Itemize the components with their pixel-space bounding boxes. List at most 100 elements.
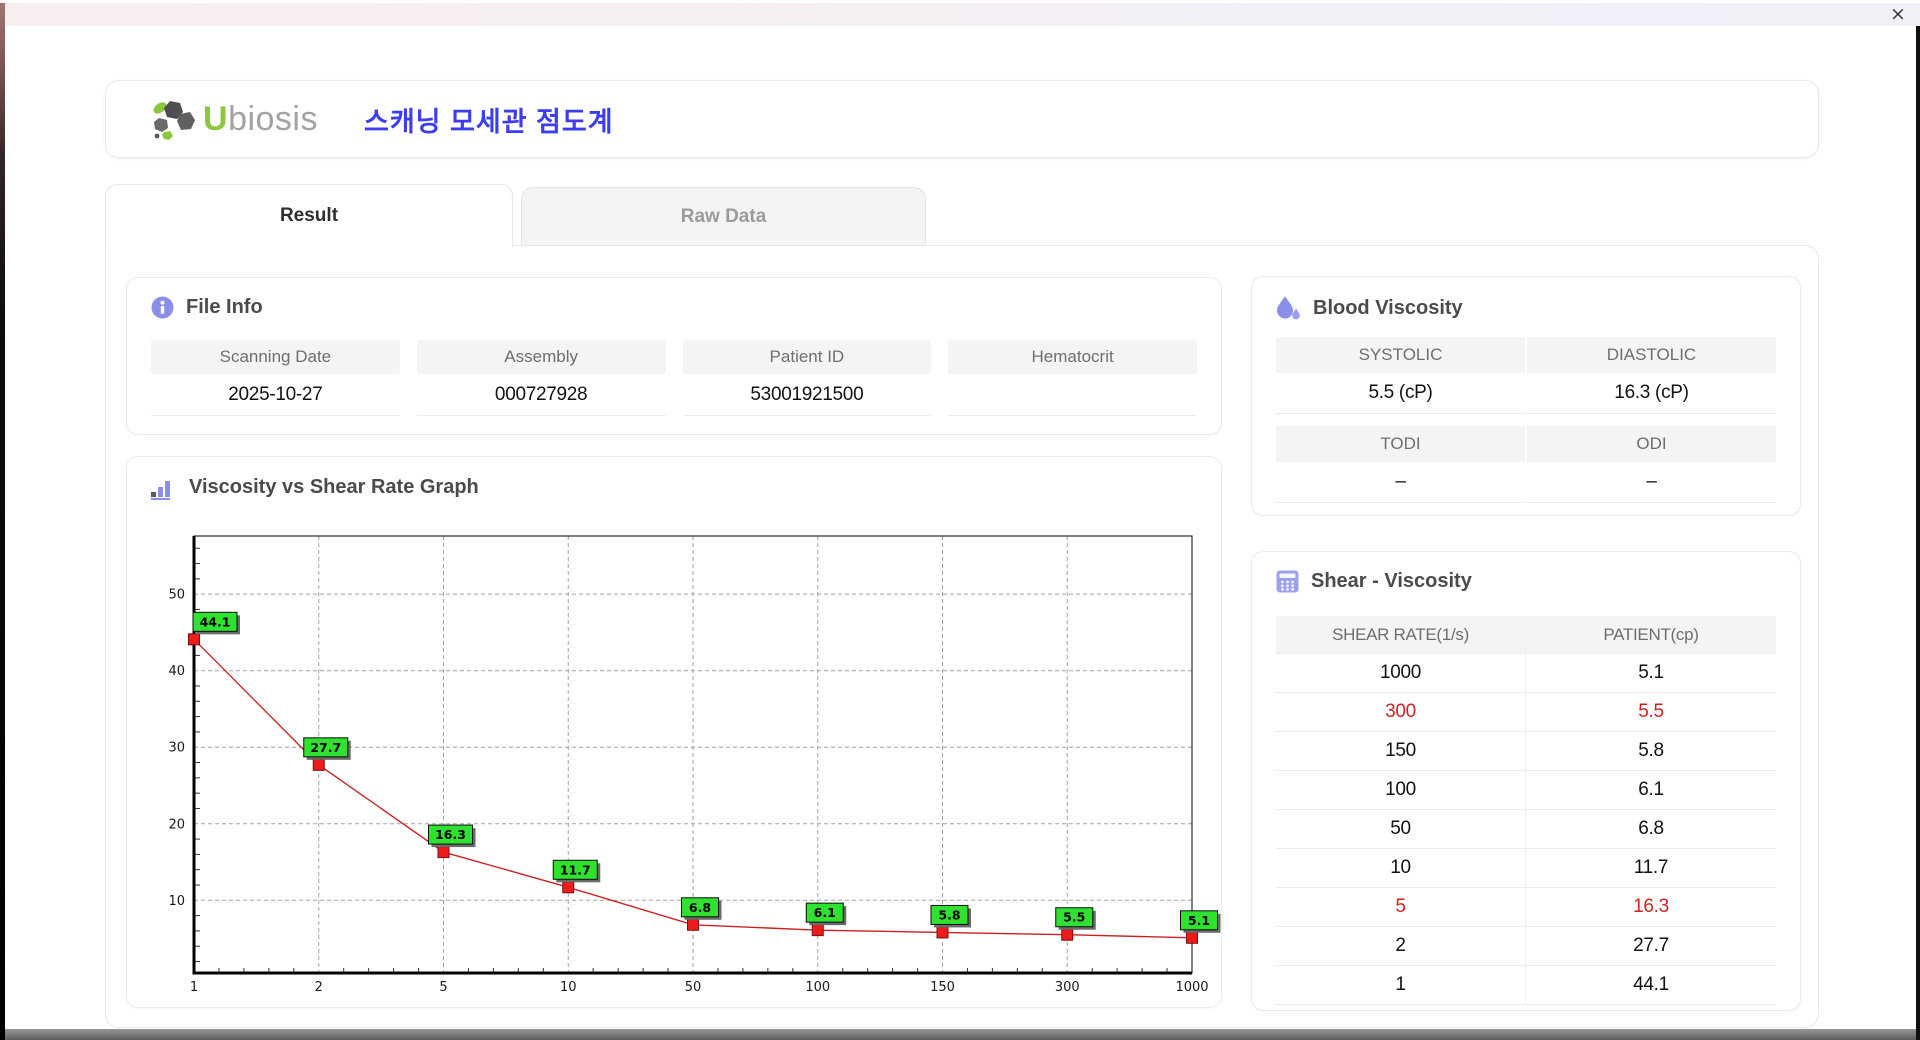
field-value	[948, 374, 1197, 416]
patient-viscosity-value: 16.3	[1633, 896, 1669, 917]
logo-letters-biosis: biosis	[228, 100, 318, 138]
close-icon[interactable]: ×	[1887, 4, 1909, 26]
svg-text:10: 10	[560, 980, 577, 995]
svg-text:150: 150	[930, 980, 955, 995]
svg-text:5.5: 5.5	[1063, 910, 1085, 925]
file-info-field: Assembly 000727928	[416, 340, 666, 416]
shear-viscosity-title: Shear - Viscosity	[1276, 570, 1472, 593]
logo-text: Ubiosis	[203, 102, 318, 136]
svg-text:50: 50	[168, 588, 185, 603]
table-row: 150 5.8	[1276, 732, 1776, 771]
page-title: 스캐닝 모세관 점도계	[364, 106, 614, 137]
graph-title-text: Viscosity vs Shear Rate Graph	[189, 476, 479, 498]
file-info-title-text: File Info	[186, 296, 263, 318]
svg-text:2: 2	[315, 980, 323, 995]
droplets-icon	[1277, 296, 1300, 320]
table-row: 50 6.8	[1276, 810, 1776, 849]
result-panel: File Info Scanning Date 2025-10-27 Assembl…	[105, 245, 1819, 1028]
svg-text:1000: 1000	[1175, 980, 1208, 995]
viscosity-chart-svg: 44.1 27.7 16.3 11.7 6.8 6.1 5.8 5.5 5.1 10 20 30 40 5…	[168, 535, 1221, 995]
svg-text:44.1: 44.1	[200, 614, 231, 629]
shear-rate-value: 2	[1276, 927, 1526, 965]
column-header: PATIENT(cp)	[1526, 616, 1776, 653]
svg-text:5.1: 5.1	[1188, 913, 1210, 928]
shear-rate-value: 10	[1276, 849, 1526, 887]
file-info-field: Hematocrit	[948, 340, 1197, 416]
blood-viscosity-card: Blood Viscosity SYSTOLIC DIASTOLIC 5.5 (cP…	[1251, 276, 1801, 516]
shear-rate-value: 1000	[1276, 654, 1526, 692]
tab-raw-data[interactable]: Raw Data	[521, 187, 926, 245]
patient-viscosity-value: 5.5	[1638, 701, 1664, 722]
ubiosis-logo: Ubiosis	[150, 98, 318, 140]
window-left-edge	[0, 3, 5, 1040]
svg-text:300: 300	[1055, 980, 1080, 995]
app-header: Ubiosis 스캐닝 모세관 점도계	[105, 80, 1819, 158]
logo-letter-u: U	[203, 100, 229, 138]
column-header: DIASTOLIC	[1527, 337, 1776, 373]
column-header: SHEAR RATE(1/s)	[1276, 616, 1526, 653]
svg-text:50: 50	[685, 980, 702, 995]
file-info-title: File Info	[151, 296, 263, 319]
field-label: Scanning Date	[151, 340, 400, 374]
file-info-field: Scanning Date 2025-10-27	[151, 340, 400, 416]
shear-viscosity-title-text: Shear - Viscosity	[1311, 570, 1472, 592]
tab-result[interactable]: Result	[105, 184, 513, 247]
column-header: ODI	[1527, 426, 1776, 462]
svg-text:30: 30	[168, 741, 185, 756]
column-header: TODI	[1276, 426, 1525, 462]
window-bottom-edge	[5, 1029, 1916, 1040]
table-row: 5.5 (cP) 16.3 (cP)	[1276, 373, 1776, 414]
blood-viscosity-title: Blood Viscosity	[1276, 295, 1463, 322]
window-right-edge	[1916, 26, 1920, 1040]
field-value: 53001921500	[682, 374, 932, 416]
patient-viscosity-value: 6.8	[1638, 818, 1664, 839]
table-row: 10 11.7	[1276, 849, 1776, 888]
svg-text:6.8: 6.8	[689, 900, 711, 915]
blood-viscosity-subtable: SYSTOLIC DIASTOLIC 5.5 (cP) 16.3 (cP)	[1276, 337, 1776, 414]
shear-viscosity-table: SHEAR RATE(1/s) PATIENT(cp) 1000 5.1 300 5.5 1…	[1276, 616, 1776, 1005]
viscosity-graph-card: Viscosity vs Shear Rate Graph 44.1 27.7 16…	[126, 456, 1222, 1008]
cell-value: 16.3 (cP)	[1527, 373, 1776, 414]
table-row: 2 27.7	[1276, 927, 1776, 966]
patient-viscosity-value: 5.8	[1638, 740, 1664, 761]
patient-viscosity-value: 27.7	[1633, 935, 1669, 956]
shear-rate-value: 50	[1276, 810, 1526, 848]
calculator-icon	[1276, 570, 1299, 593]
blood-viscosity-title-text: Blood Viscosity	[1313, 297, 1463, 319]
svg-text:6.1: 6.1	[814, 905, 836, 920]
patient-viscosity-value: 6.1	[1638, 779, 1664, 800]
column-header: SYSTOLIC	[1276, 337, 1525, 373]
svg-text:27.7: 27.7	[310, 740, 341, 755]
field-value: 000727928	[416, 374, 666, 416]
svg-text:11.7: 11.7	[560, 862, 591, 877]
field-label: Patient ID	[682, 340, 932, 374]
svg-text:100: 100	[805, 980, 830, 995]
viscosity-chart: 44.1 27.7 16.3 11.7 6.8 6.1 5.8 5.5 5.1 10 20 30 40 5…	[142, 527, 1222, 1005]
shear-rate-value: 1	[1276, 966, 1526, 1004]
graph-title: Viscosity vs Shear Rate Graph	[151, 475, 479, 500]
info-icon	[151, 296, 174, 319]
svg-text:1: 1	[190, 980, 198, 995]
window-title-bar	[0, 3, 1920, 26]
file-info-fields: Scanning Date 2025-10-27 Assembly 000727928…	[151, 340, 1197, 416]
patient-viscosity-value: 5.1	[1638, 662, 1664, 683]
shear-rate-value: 150	[1276, 732, 1526, 770]
cell-value: –	[1276, 462, 1525, 503]
table-header-row: SYSTOLIC DIASTOLIC	[1276, 337, 1776, 373]
svg-text:5.8: 5.8	[938, 907, 960, 922]
field-label: Hematocrit	[948, 340, 1197, 374]
table-row: 1 44.1	[1276, 966, 1776, 1005]
blood-viscosity-subtable: TODI ODI – –	[1276, 426, 1776, 503]
patient-viscosity-value: 44.1	[1633, 974, 1669, 995]
svg-text:40: 40	[168, 664, 185, 679]
svg-text:10: 10	[168, 894, 185, 909]
table-row: – –	[1276, 462, 1776, 503]
cell-value: –	[1527, 462, 1776, 503]
svg-text:16.3: 16.3	[435, 827, 466, 842]
shear-rate-value: 5	[1276, 888, 1526, 926]
table-row: 300 5.5	[1276, 693, 1776, 732]
bar-chart-icon	[151, 481, 170, 500]
field-label: Assembly	[416, 340, 666, 374]
table-header-row: TODI ODI	[1276, 426, 1776, 462]
shear-rate-value: 300	[1276, 693, 1526, 731]
